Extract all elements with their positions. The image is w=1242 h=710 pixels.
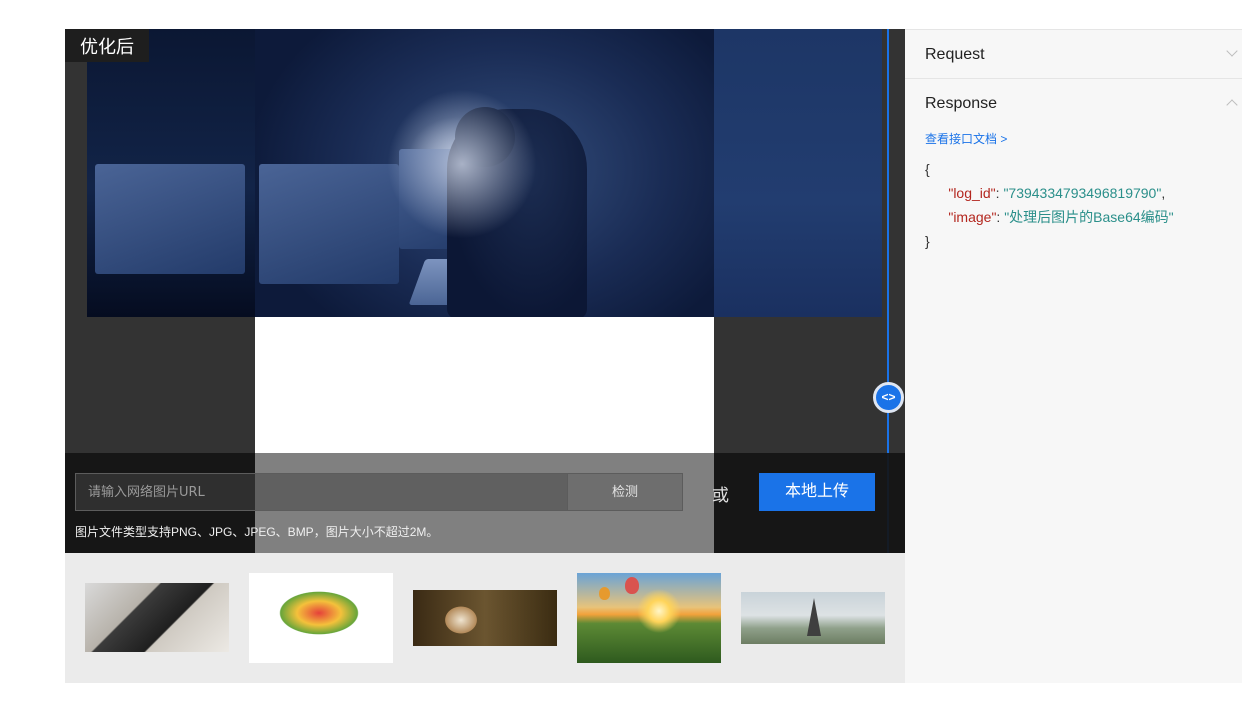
request-label: Request (925, 46, 985, 63)
sample-thumbnail-paris[interactable] (741, 592, 885, 644)
json-value-image: "处理后图片的Base64编码" (1004, 209, 1174, 225)
request-accordion[interactable]: Request (905, 29, 1242, 79)
api-panel: Request Response 查看接口文档 > { "log_id": "7… (905, 29, 1242, 683)
local-upload-button[interactable]: 本地上传 (759, 473, 875, 511)
result-stage: 优化后 <> 检测 或 本地上传 图片文件类型支持PNG、JPG、JPEG、BM… (65, 29, 905, 553)
monitor-shape (259, 164, 399, 284)
result-image (87, 29, 882, 317)
url-input-bar: 检测 或 本地上传 图片文件类型支持PNG、JPG、JPEG、BMP，图片大小不… (65, 453, 905, 553)
monitor-shape (95, 164, 245, 274)
json-open-brace: { (925, 161, 930, 177)
balloon-shape (625, 577, 639, 594)
result-label: 优化后 (65, 29, 149, 62)
response-accordion[interactable]: Response (905, 79, 1242, 129)
sample-thumbnail-fruit-bowl[interactable] (249, 573, 393, 663)
chevron-up-icon (1226, 99, 1238, 111)
detect-button[interactable]: 检测 (567, 473, 683, 511)
image-url-input[interactable] (75, 473, 568, 511)
file-type-hint: 图片文件类型支持PNG、JPG、JPEG、BMP，图片大小不超过2M。 (75, 525, 439, 539)
sample-thumbnail-driver[interactable] (85, 583, 229, 652)
json-key-image: "image" (948, 209, 997, 225)
result-image-right-region (714, 29, 882, 317)
chevron-down-icon (1226, 45, 1238, 57)
json-close-brace: } (925, 233, 930, 249)
sample-thumbnail-kitten[interactable] (413, 590, 557, 646)
response-label: Response (925, 95, 998, 112)
balloon-shape (599, 587, 610, 600)
json-value-log-id: "7394334793496819790" (1003, 185, 1162, 201)
api-doc-link[interactable]: 查看接口文档 > (925, 130, 1007, 147)
sample-thumbnails (65, 553, 905, 683)
json-key-log-id: "log_id" (948, 185, 996, 201)
compare-handle-icon[interactable]: <> (873, 382, 904, 413)
response-json: { "log_id": "7394334793496819790", "imag… (925, 161, 1174, 249)
eiffel-tower-shape (807, 598, 821, 636)
or-separator: 或 (712, 486, 729, 505)
smoke-cloud (387, 89, 537, 239)
sample-thumbnail-balloons[interactable] (577, 573, 721, 663)
image-demo: 优化后 <> 检测 或 本地上传 图片文件类型支持PNG、JPG、JPEG、BM… (65, 29, 905, 683)
